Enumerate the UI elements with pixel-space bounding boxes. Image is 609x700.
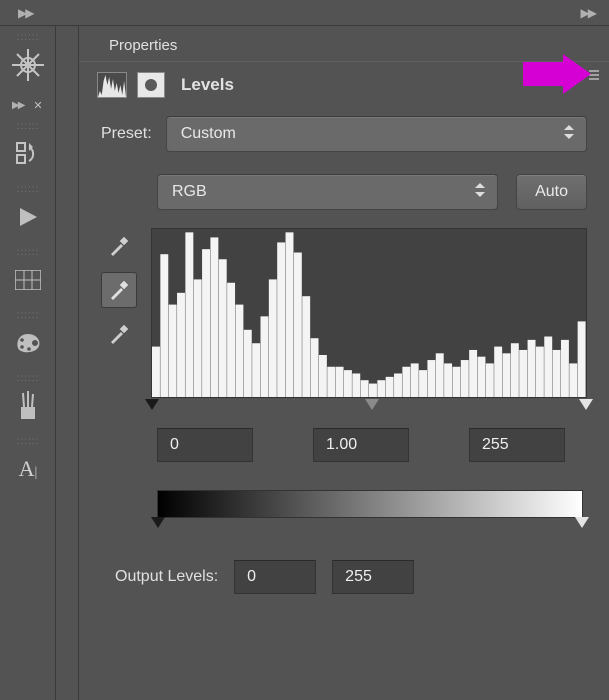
input-black-slider[interactable] [145, 399, 159, 410]
brushes-icon[interactable] [8, 386, 48, 426]
collapse-right-icon[interactable]: ▶▶ [581, 6, 595, 20]
preset-value: Custom [181, 125, 236, 143]
palette-icon[interactable] [8, 323, 48, 363]
output-levels-row: Output Levels: 0 255 [115, 560, 587, 594]
dropdown-caret-icon [475, 183, 485, 202]
eyedropper-black[interactable] [101, 228, 137, 264]
rail-grip-icon: :::::: [8, 436, 48, 447]
rail-grip-icon: :::::: [8, 121, 48, 132]
output-black-field[interactable]: 0 [234, 560, 316, 594]
play-icon[interactable] [8, 197, 48, 237]
output-gradient[interactable] [157, 490, 583, 518]
input-levels-row: 0 1.00 255 [157, 428, 587, 462]
histogram[interactable] [151, 228, 587, 398]
ships-wheel-icon[interactable] [8, 45, 48, 85]
rail-tab-bar: ▶▶ ✕ [4, 95, 52, 115]
annotation-arrow [523, 54, 591, 94]
input-white-field[interactable]: 255 [469, 428, 565, 462]
eyedropper-gray[interactable] [101, 272, 137, 308]
input-slider-track[interactable] [151, 400, 587, 414]
rail-grip-icon: :::::: [8, 247, 48, 258]
input-gamma-slider[interactable] [365, 399, 379, 410]
output-label: Output Levels: [115, 568, 218, 586]
rail-grip-icon: :::::: [8, 373, 48, 384]
input-white-slider[interactable] [579, 399, 593, 410]
preset-row: Preset: Custom [101, 116, 587, 152]
output-slider-track[interactable] [157, 518, 583, 532]
history-icon[interactable] [8, 134, 48, 174]
layer-mask-icon[interactable] [137, 72, 165, 98]
expand-icon[interactable]: ▶▶ [12, 100, 23, 111]
output-black-slider[interactable] [151, 517, 165, 528]
histogram-block [101, 228, 587, 398]
close-icon[interactable]: ✕ [33, 99, 42, 112]
preset-select[interactable]: Custom [166, 116, 587, 152]
rail-grip-icon: :::::: [8, 310, 48, 321]
collapse-left-icon[interactable]: ▶▶ [18, 6, 32, 20]
text-icon[interactable]: A| [8, 449, 48, 489]
preset-label: Preset: [101, 125, 152, 143]
properties-panel: Properties Levels Preset: Custom RGB [78, 26, 609, 700]
tab-properties[interactable]: Properties [95, 29, 191, 60]
input-black-field[interactable]: 0 [157, 428, 253, 462]
levels-adjustment-icon[interactable] [97, 72, 127, 98]
channel-value: RGB [172, 183, 207, 201]
eyedropper-column [101, 228, 141, 398]
channel-select[interactable]: RGB [157, 174, 498, 210]
rail-grip-icon: :::::: [8, 184, 48, 195]
output-white-field[interactable]: 255 [332, 560, 414, 594]
swatches-icon[interactable] [8, 260, 48, 300]
left-tool-rail: :::::: ▶▶ ✕ :::::: :::::: :::::: :::::: … [0, 26, 56, 700]
input-gamma-field[interactable]: 1.00 [313, 428, 409, 462]
channel-row: RGB Auto [157, 174, 587, 210]
eyedropper-white[interactable] [101, 316, 137, 352]
rail-grip-icon: :::::: [8, 32, 48, 43]
top-bar: ▶▶ ▶▶ [0, 0, 609, 26]
dropdown-caret-icon [564, 125, 574, 144]
auto-button[interactable]: Auto [516, 174, 587, 210]
output-white-slider[interactable] [575, 517, 589, 528]
adjustment-title: Levels [181, 75, 234, 95]
